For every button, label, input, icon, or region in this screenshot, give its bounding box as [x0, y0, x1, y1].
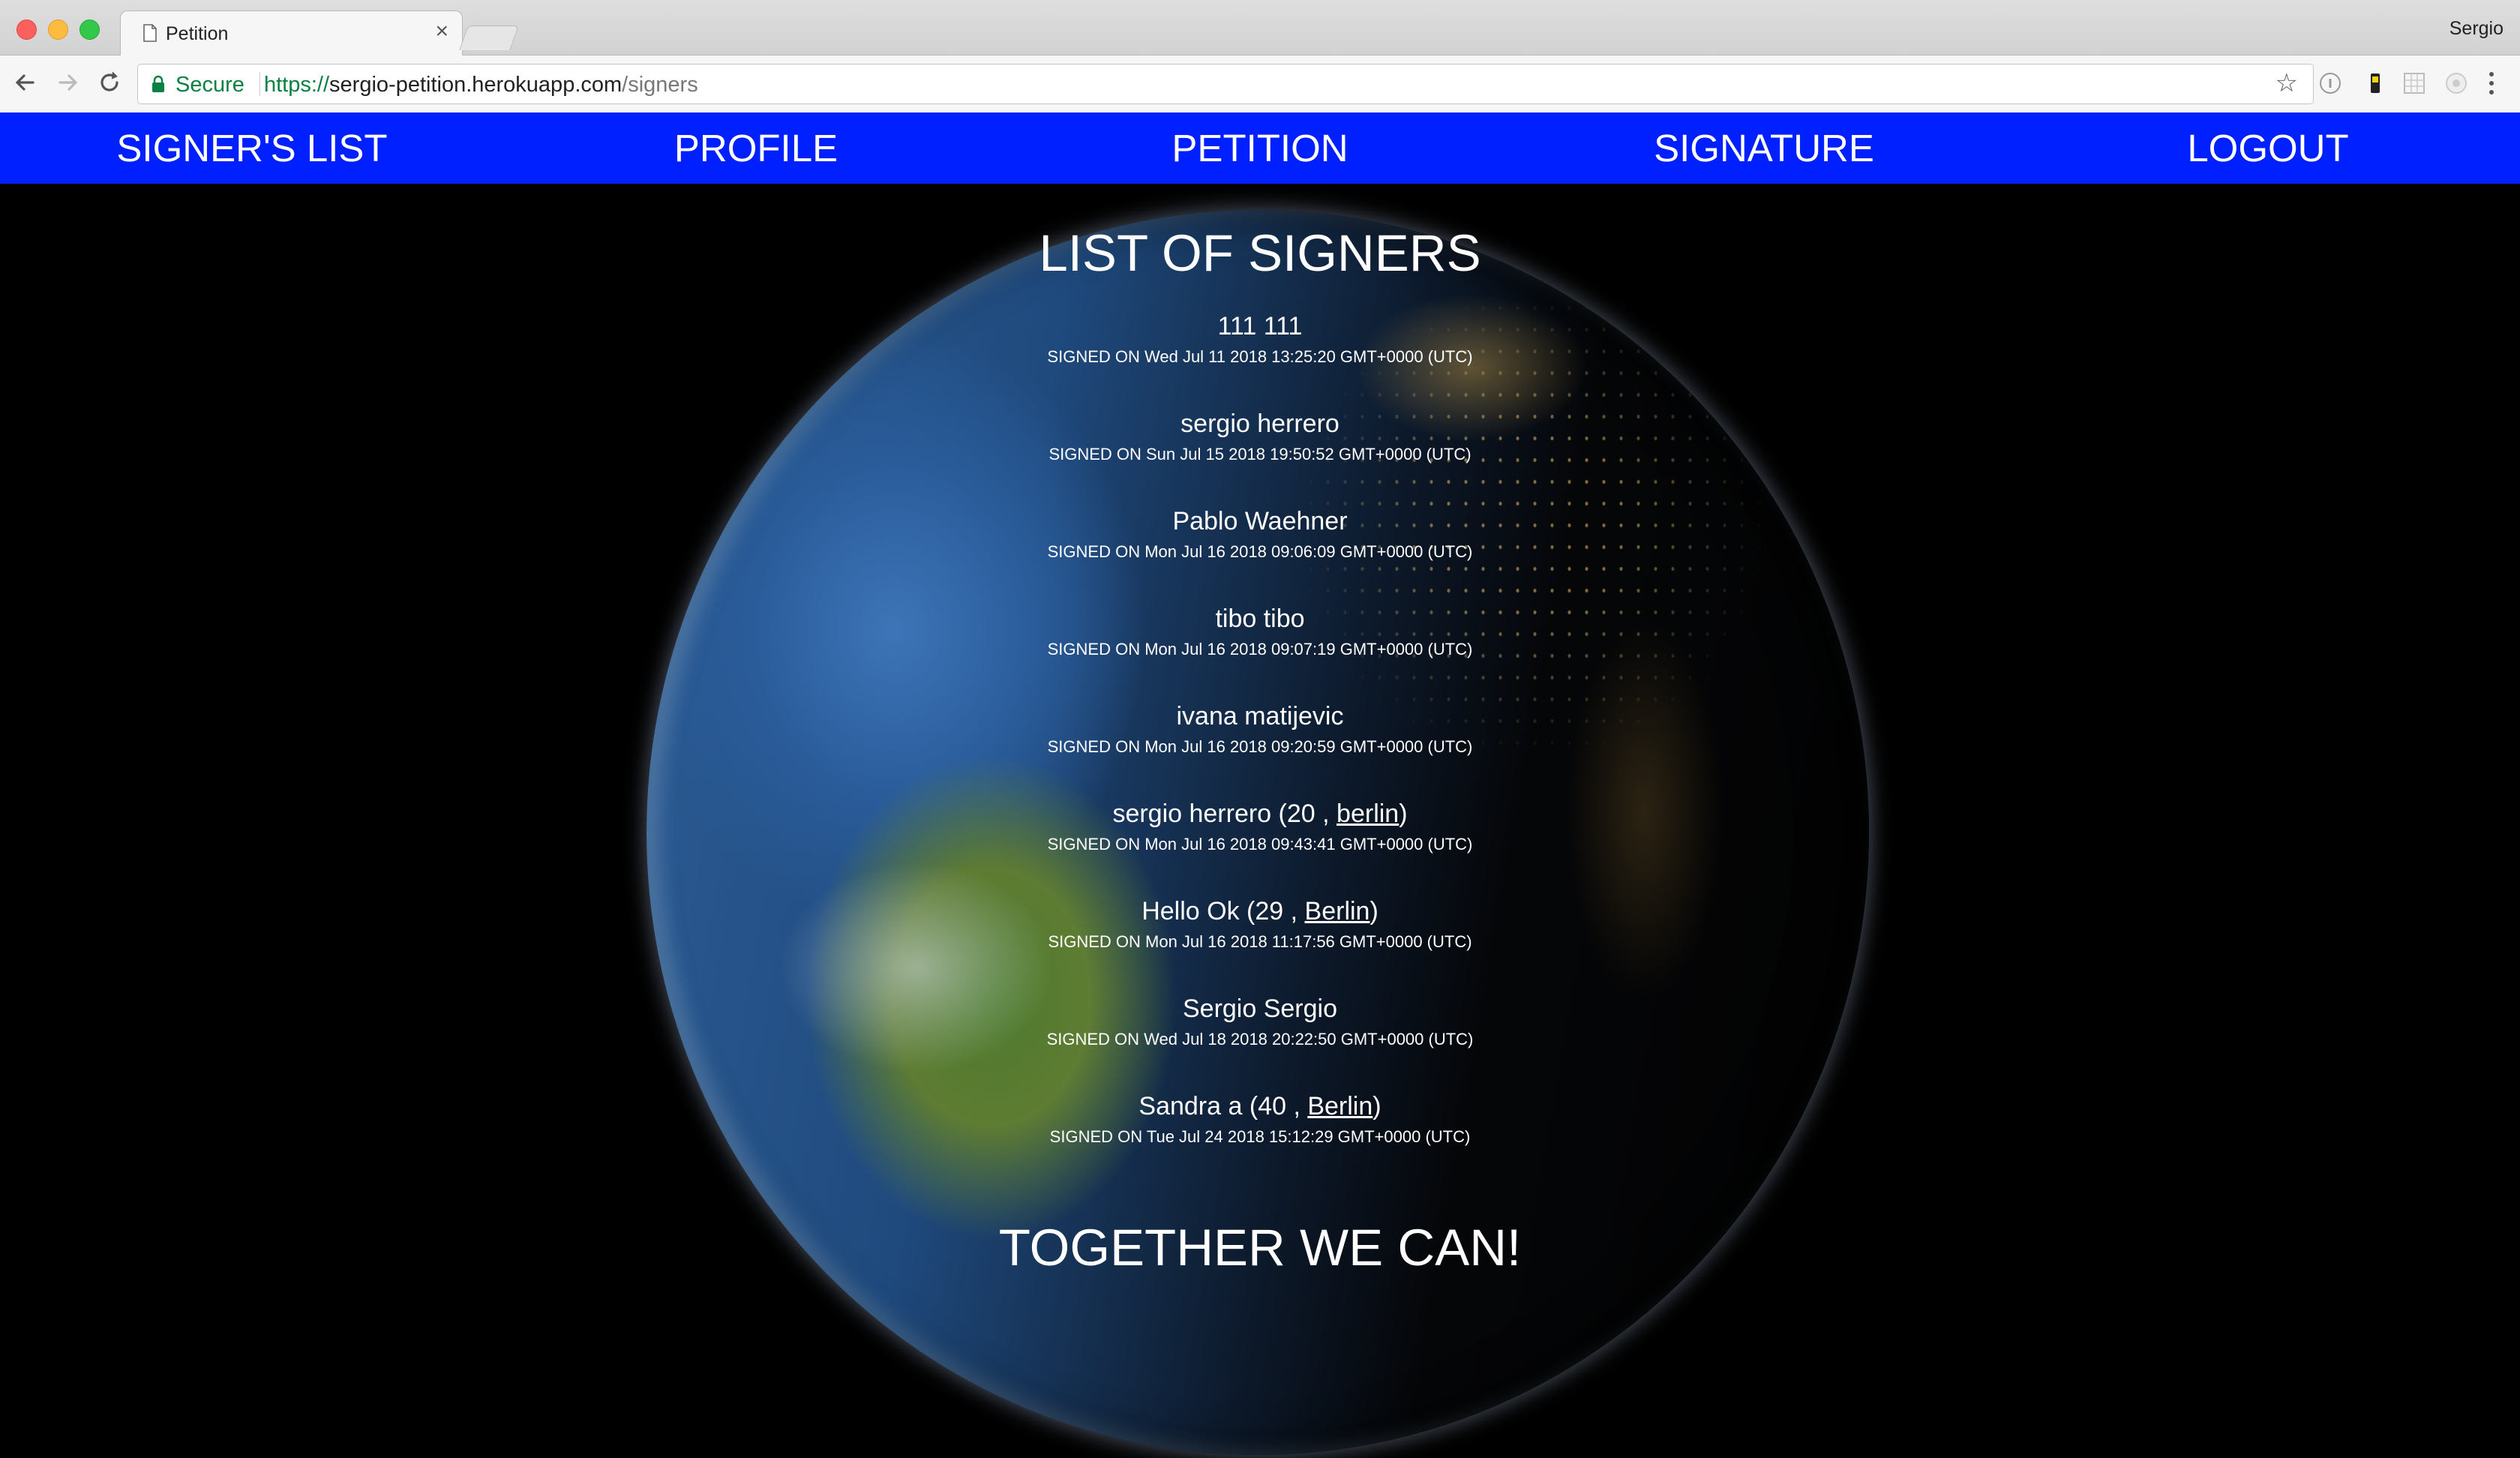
nav-logout[interactable]: LOGOUT [2016, 126, 2520, 170]
signer-entry: Pablo Waehner SIGNED ON Mon Jul 16 2018 0… [0, 506, 2520, 604]
extension-grid-icon[interactable] [2402, 70, 2427, 96]
nav-profile[interactable]: PROFILE [504, 126, 1008, 170]
browser-tab[interactable]: Petition × [120, 10, 463, 56]
browser-toolbar: Secure https://sergio-petition.herokuapp… [0, 56, 2520, 113]
motto-text: TOGETHER WE CAN! [998, 1219, 1522, 1276]
signer-signed-date: SIGNED ON Mon Jul 16 2018 09:06:09 GMT+0… [1047, 542, 1473, 561]
nav-signers-list[interactable]: SIGNER'S LIST [0, 126, 504, 170]
signer-city-link[interactable]: Berlin [1307, 1092, 1372, 1120]
signer-entry: sergio herrero SIGNED ON Sun Jul 15 2018 … [0, 409, 2520, 506]
nav-petition[interactable]: PETITION [1008, 126, 1512, 170]
signer-name: ivana matijevic [1176, 702, 1344, 730]
signer-age: 29 [1255, 897, 1284, 926]
signer-name-line: Sergio Sergio [0, 994, 2520, 1028]
page-title: LIST OF SIGNERS [1039, 224, 1481, 282]
star-icon[interactable]: ☆ [2276, 70, 2298, 96]
signer-signed-date: SIGNED ON Mon Jul 16 2018 11:17:56 GMT+0… [1048, 932, 1472, 951]
browser-tab-bar: Petition × Sergio [0, 0, 2520, 56]
main-nav: SIGNER'S LIST PROFILE PETITION SIGNATURE… [0, 112, 2520, 184]
tab-close-icon[interactable]: × [435, 20, 448, 43]
signer-name: sergio herrero [1180, 410, 1340, 438]
signer-name: Sergio Sergio [1182, 994, 1337, 1023]
new-tab-button[interactable] [458, 26, 520, 50]
reload-icon[interactable] [94, 68, 124, 98]
forward-icon[interactable] [52, 68, 82, 98]
url-text[interactable]: https://sergio-petition.herokuapp.com/si… [264, 73, 698, 98]
signer-name-line: sergio herrero (20 , berlin) [1112, 800, 1408, 828]
back-icon[interactable] [10, 68, 40, 98]
signer-name: 111 111 [1217, 312, 1303, 340]
signers-list: 111 111 SIGNED ON Wed Jul 11 2018 13:25:2… [0, 311, 2520, 1189]
lock-icon [152, 75, 164, 92]
url-host: sergio-petition.herokuapp.com [329, 73, 622, 97]
signer-name-line: 111 111 [0, 311, 2520, 346]
url-scheme: https:// [264, 73, 330, 97]
signer-name-line: sergio herrero [0, 409, 2520, 443]
tab-title: Petition [166, 23, 229, 44]
signer-signed-date: SIGNED ON Mon Jul 16 2018 09:43:41 GMT+0… [1047, 835, 1473, 854]
extension-info-icon[interactable] [2318, 70, 2343, 96]
signer-name: Sandra a [1138, 1092, 1243, 1120]
signer-name-line: ivana matijevic [0, 701, 2520, 736]
signer-city-link[interactable]: berlin [1336, 800, 1399, 828]
signer-signed-date: SIGNED ON Mon Jul 16 2018 09:07:19 GMT+0… [1047, 640, 1473, 658]
signer-signed-date: SIGNED ON Sun Jul 15 2018 19:50:52 GMT+0… [1048, 445, 1472, 464]
signer-age: 20 [1286, 800, 1316, 828]
url-path: /signers [622, 73, 698, 97]
signer-entry: Hello Ok (29 , Berlin) SIGNED ON Mon Jul … [0, 896, 2520, 994]
window-close-button[interactable] [16, 20, 37, 40]
page-icon [143, 24, 157, 42]
extension-circle-icon[interactable] [2444, 70, 2469, 96]
signer-entry: tibo tibo SIGNED ON Mon Jul 16 2018 09:07… [0, 604, 2520, 701]
address-bar[interactable]: Secure https://sergio-petition.herokuapp… [137, 64, 2314, 104]
signer-name-line: Pablo Waehner [0, 506, 2520, 541]
signer-name: sergio herrero [1112, 800, 1272, 828]
profile-name[interactable]: Sergio [2450, 18, 2504, 40]
menu-icon[interactable] [2487, 69, 2496, 98]
window-minimize-button[interactable] [48, 20, 68, 40]
signer-entry: 111 111 SIGNED ON Wed Jul 11 2018 13:25:2… [0, 311, 2520, 409]
signer-signed-date: SIGNED ON Wed Jul 18 2018 20:22:50 GMT+0… [1046, 1030, 1474, 1048]
signer-entry: Sandra a (40 , Berlin) SIGNED ON Tue Jul … [0, 1091, 2520, 1189]
signer-city-link[interactable]: Berlin [1305, 897, 1370, 926]
nav-signature[interactable]: SIGNATURE [1512, 126, 2016, 170]
signer-entry: sergio herrero (20 , berlin) SIGNED ON Mo… [0, 799, 2520, 896]
signer-signed-date: SIGNED ON Mon Jul 16 2018 09:20:59 GMT+0… [1047, 737, 1473, 756]
signer-entry: Sergio Sergio SIGNED ON Wed Jul 18 2018 2… [0, 994, 2520, 1091]
signer-name: Pablo Waehner [1172, 507, 1348, 536]
page-viewport: SIGNER'S LIST PROFILE PETITION SIGNATURE… [0, 112, 2520, 1458]
signer-signed-date: SIGNED ON Tue Jul 24 2018 15:12:29 GMT+0… [1049, 1127, 1471, 1146]
signer-age: 40 [1258, 1092, 1286, 1120]
signer-name-line: tibo tibo [0, 604, 2520, 638]
signer-entry: ivana matijevic SIGNED ON Mon Jul 16 2018… [0, 701, 2520, 799]
signer-name-line: Hello Ok (29 , Berlin) [1142, 897, 1378, 926]
signer-name: tibo tibo [1215, 604, 1305, 633]
extension-battery-icon[interactable] [2362, 70, 2388, 96]
signer-name-line: Sandra a (40 , Berlin) [1138, 1092, 1382, 1120]
window-maximize-button[interactable] [80, 20, 100, 40]
signer-signed-date: SIGNED ON Wed Jul 11 2018 13:25:20 GMT+0… [1047, 347, 1473, 366]
secure-label: Secure [176, 73, 244, 97]
signer-name: Hello Ok [1142, 897, 1240, 926]
